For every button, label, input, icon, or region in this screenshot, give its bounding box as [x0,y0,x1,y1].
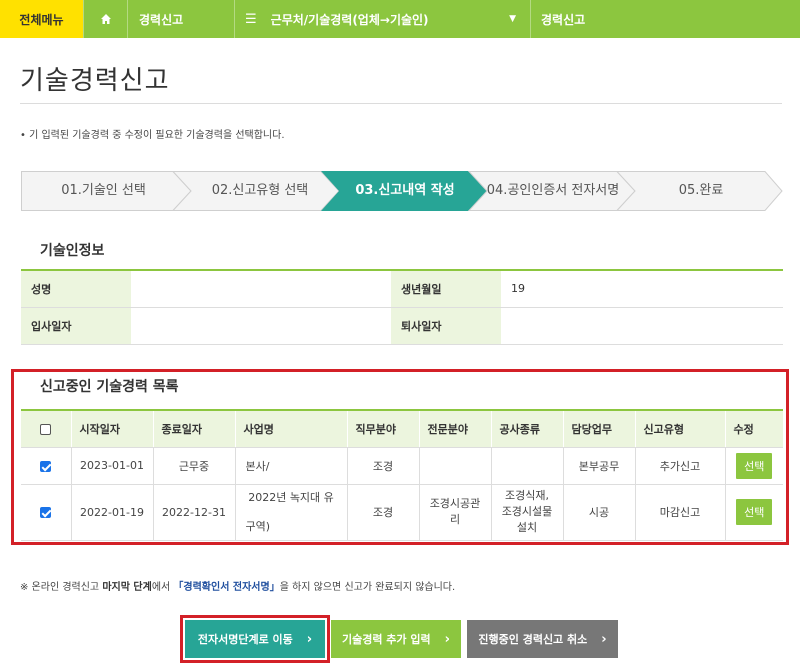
chevron-right-icon: › [444,631,450,647]
duty-cell: 시공 [562,484,635,541]
work-type-line1: 조경식재, [505,489,549,502]
step-indicator: 01.기술인 선택 02.신고유형 선택 03.신고내역 작성 04.공인인증서… [21,171,783,211]
row-checkbox-cell [21,484,71,541]
col-project-name: 사업명 [234,410,347,448]
chevron-right-icon: › [306,631,313,647]
page-title: 기술경력신고 [20,66,170,96]
col-report-type: 신고유형 [634,410,725,448]
breadcrumb-current-label: 경력신고 [541,12,586,27]
engineer-info-table: 성명 생년월일 19 입사일자 퇴사일자 [21,269,783,345]
cancel-report-label: 진행중인 경력신고 취소 [478,633,588,646]
breadcrumb-report[interactable]: 경력신고 [127,0,234,38]
chevron-right-icon: › [601,631,607,647]
breadcrumb-current[interactable]: 경력신고 [530,0,800,38]
join-date-label: 입사일자 [21,307,131,345]
step-3-active: 03.신고내역 작성 [355,183,455,198]
project-name-cell: 2022년 녹지대 유 구역) [234,484,347,541]
title-divider [20,103,782,104]
row-checkbox[interactable] [40,460,52,472]
row-checkbox[interactable] [40,507,52,518]
step-5: 05.완료 [678,183,724,198]
note-highlight: 「경력확인서 전자서명」 [173,582,280,593]
leave-date-value [501,307,783,345]
table-row: 2023-01-01 근무중 본사/ 조경 본부공무 추가신고 선택 [21,447,783,485]
report-type-cell: 마감신고 [634,484,725,541]
col-specialty: 전문분야 [418,410,491,448]
select-all-checkbox[interactable] [40,423,52,435]
birth-value: 19 [501,270,783,308]
hamburger-icon: ☰ [245,11,257,27]
job-field-cell: 조경 [346,447,419,485]
project-name-line2: 구역) [245,520,271,533]
select-button[interactable]: 선택 [736,499,773,525]
breadcrumb-report-label: 경력신고 [139,12,184,27]
select-button[interactable]: 선택 [736,452,773,479]
caret-down-icon: ▼ [509,14,516,24]
career-list-title: 신고중인 기술경력 목록 [40,379,179,395]
all-menu-button[interactable]: 전체메뉴 [0,0,83,38]
start-date-cell: 2023-01-01 [70,447,153,485]
duty-cell: 본부공무 [562,447,635,485]
col-start-date: 시작일자 [70,410,153,448]
col-work-type: 공사종류 [490,410,563,448]
join-date-value [131,307,391,345]
job-field-cell: 조경 [346,484,419,541]
note-bold: 마지막 단계 [102,582,152,593]
start-date-cell: 2022-01-19 [70,484,153,541]
specialty-cell: 조경시공관 리 [418,484,491,541]
step-4: 04.공인인증서 전자서명 [486,183,620,198]
name-label: 성명 [21,270,131,308]
career-list-table: 시작일자 종료일자 사업명 직무분야 전문분야 공사종류 담당업무 신고유형 수… [21,409,783,541]
report-type-cell: 추가신고 [634,447,725,485]
note-prefix: ※ 온라인 경력신고 [20,582,103,593]
end-date-cell: 2022-12-31 [152,484,235,541]
work-type-cell: 조경식재, 조경시설물 설치 [490,484,563,541]
project-name-cell: 본사/ [234,447,347,485]
col-edit: 수정 [724,410,783,448]
row-checkbox-cell [21,447,71,485]
note-mid: 에서 [151,582,174,593]
intro-text: • 기 입력된 기술경력 중 수정이 필요한 기술경력을 선택합니다. [20,130,285,141]
add-career-label: 기술경력 추가 입력 [342,633,431,646]
completion-note: ※ 온라인 경력신고 마지막 단계에서 「경력확인서 전자서명」을 하지 않으면… [20,578,455,593]
birth-label: 생년월일 [391,270,501,308]
specialty-line1: 조경시공관 [429,497,481,510]
leave-date-label: 퇴사일자 [391,307,501,345]
home-icon [100,14,111,24]
step-1: 01.기술인 선택 [61,183,146,198]
col-end-date: 종료일자 [152,410,235,448]
cancel-report-button[interactable]: 진행중인 경력신고 취소 › [467,620,618,658]
col-job-field: 직무분야 [346,410,419,448]
go-to-signature-label: 전자서명단계로 이동 [197,633,293,646]
edit-cell: 선택 [724,484,783,541]
top-navigation: 전체메뉴 경력신고 ☰ 근무처/기술경력(업체→기술인) ▼ 경력신고 [0,0,800,38]
select-all-cell [21,410,71,448]
work-type-line3: 설치 [516,521,538,534]
home-button[interactable] [83,0,127,38]
step-2: 02.신고유형 선택 [211,183,309,198]
table-header-row: 시작일자 종료일자 사업명 직무분야 전문분야 공사종류 담당업무 신고유형 수… [21,410,783,448]
add-career-button[interactable]: 기술경력 추가 입력 › [331,620,461,658]
col-duty: 담당업무 [562,410,635,448]
breadcrumb-workplace-label: 근무처/기술경력(업체→기술인) [270,12,429,27]
note-suffix: 을 하지 않으면 신고가 완료되지 않습니다. [279,582,456,593]
go-to-signature-button[interactable]: 전자서명단계로 이동 › [185,620,325,658]
engineer-info-title: 기술인정보 [40,243,105,259]
specialty-line2: 리 [449,513,461,526]
edit-cell: 선택 [724,447,783,485]
project-name-line1: 2022년 녹지대 유 [248,491,334,504]
table-row: 2022-01-19 2022-12-31 2022년 녹지대 유 구역) 조경… [21,484,783,541]
work-type-cell [490,447,563,485]
specialty-cell [418,447,491,485]
work-type-line2: 조경시설물 [501,505,553,518]
breadcrumb-workplace-dropdown[interactable]: ☰ 근무처/기술경력(업체→기술인) ▼ [234,0,530,38]
end-date-cell: 근무중 [152,447,235,485]
name-value [131,270,391,308]
